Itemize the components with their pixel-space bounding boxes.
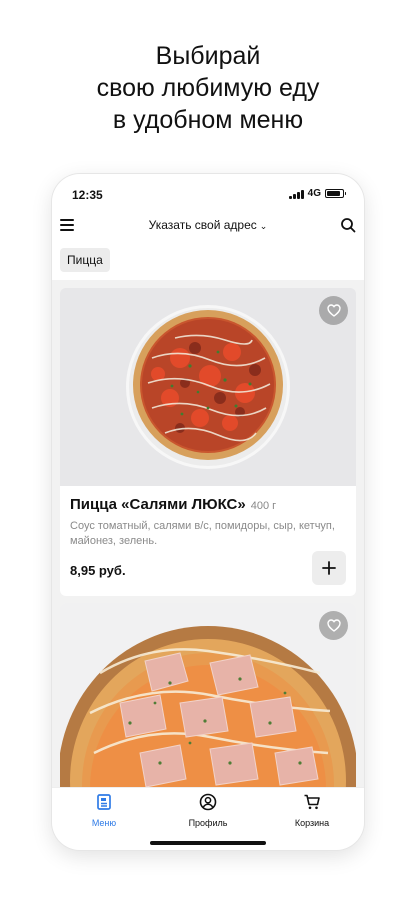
product-card[interactable]: Пицца «Салями ЛЮКС» 400 г Соус томатный, … [60, 288, 356, 596]
battery-icon [325, 189, 346, 198]
heart-icon [326, 619, 341, 632]
promo-line-2: свою любимую еду [96, 74, 320, 102]
promo-line-3: в удобном меню [112, 106, 304, 134]
address-selector[interactable]: Указать свой адрес ⌄ [52, 218, 364, 232]
home-indicator [150, 841, 266, 845]
plus-icon [322, 561, 336, 575]
product-price: 8,95 руб. [70, 563, 126, 578]
product-description: Соус томатный, салями в/с, помидоры, сыр… [70, 520, 335, 547]
category-chip[interactable]: Пицца [60, 248, 110, 272]
product-title-row: Пицца «Салями ЛЮКС» 400 г [70, 496, 346, 514]
status-bar: 12:35 4G [52, 186, 364, 204]
product-image [60, 288, 356, 486]
signal-icon [289, 189, 304, 199]
phone-screen: 12:35 4G Указать свой адрес ⌄ Пицца Пицц… [52, 174, 364, 850]
status-time: 12:35 [72, 188, 103, 202]
network-label: 4G [307, 188, 321, 199]
promo-line-1: Выбирай [155, 42, 261, 70]
heart-icon [326, 304, 341, 317]
status-indicators: 4G [289, 188, 346, 199]
tab-menu[interactable]: Меню [64, 793, 144, 828]
add-to-cart-button[interactable] [312, 551, 346, 585]
product-card[interactable] [60, 603, 356, 803]
product-image [60, 603, 356, 803]
tab-cart[interactable]: Корзина [272, 793, 352, 828]
product-weight: 400 г [250, 500, 277, 512]
tab-bar: Меню Профиль Корзина [52, 787, 364, 850]
promo-headline: Выбирай свою любимую еду в удобном меню [0, 40, 416, 136]
tab-profile[interactable]: Профиль [168, 793, 248, 828]
chevron-down-icon: ⌄ [259, 221, 268, 231]
favorite-button[interactable] [319, 611, 348, 640]
cart-icon [304, 794, 320, 810]
app-header: Указать свой адрес ⌄ [52, 214, 364, 238]
address-label: Указать свой адрес [148, 218, 257, 232]
product-title: Пицца «Салями ЛЮКС» [70, 496, 246, 513]
profile-icon [199, 793, 217, 811]
favorite-button[interactable] [319, 296, 348, 325]
app-top-area: 12:35 4G Указать свой адрес ⌄ Пицца [52, 174, 364, 280]
tab-profile-label: Профиль [188, 818, 228, 828]
tab-menu-label: Меню [91, 818, 117, 828]
pizza-image [60, 288, 356, 486]
tab-cart-label: Корзина [294, 818, 330, 828]
pizza-image [60, 603, 356, 803]
menu-doc-icon [97, 794, 111, 810]
search-icon[interactable] [340, 217, 356, 233]
